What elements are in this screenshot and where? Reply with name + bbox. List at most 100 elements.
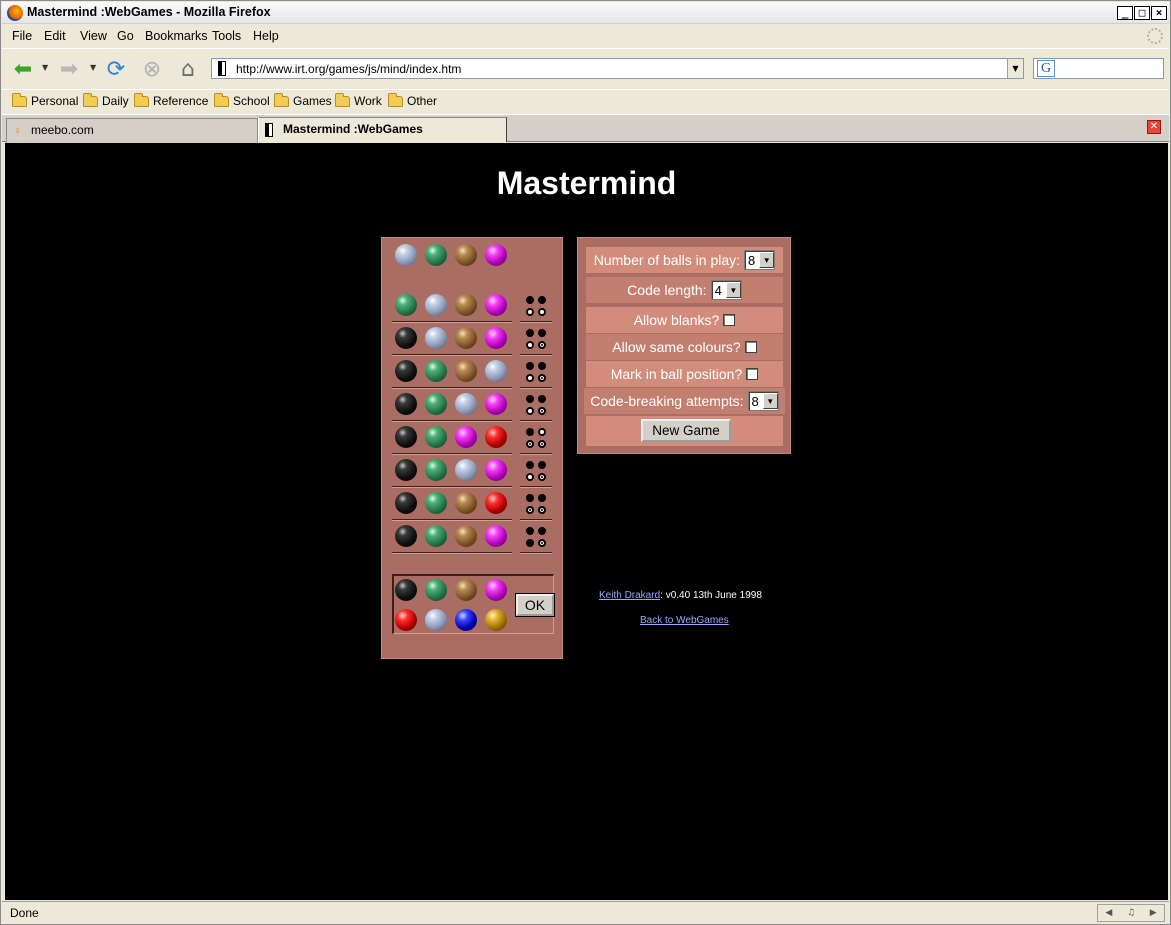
menu-help[interactable]: Help	[253, 29, 279, 43]
secret-ball	[425, 244, 447, 266]
balls-in-play-select[interactable]: 8 ▼	[744, 250, 776, 270]
attempts-select[interactable]: 8 ▼	[747, 391, 779, 411]
folder-icon	[214, 92, 229, 107]
palette-ball[interactable]	[455, 579, 477, 601]
tab-mastermind[interactable]: Mastermind :WebGames	[258, 117, 507, 142]
game-board: OK	[381, 237, 563, 659]
palette-ball[interactable]	[425, 609, 447, 631]
reload-icon[interactable]: ⟳	[101, 54, 131, 84]
close-tab-icon[interactable]: ✕	[1147, 120, 1161, 134]
guess-ball	[455, 459, 477, 481]
guess-ball	[485, 459, 507, 481]
allow-same-checkbox[interactable]	[744, 341, 757, 353]
allow-blanks-row: Allow blanks?	[586, 307, 783, 333]
bookmark-reference[interactable]: Reference	[134, 92, 209, 108]
menu-tools[interactable]: Tools	[212, 29, 241, 43]
secret-ball	[395, 244, 417, 266]
mark-position-checkbox[interactable]	[746, 368, 759, 380]
marker-divider	[520, 321, 552, 323]
folder-icon	[335, 92, 350, 107]
guess-ball	[485, 426, 507, 448]
palette-ball[interactable]	[395, 579, 417, 601]
back-dropdown-icon[interactable]: ▼	[42, 63, 48, 72]
right-arrow-icon[interactable]: ▶	[1150, 908, 1157, 918]
code-length-row: Code length: 4 ▼	[586, 277, 783, 303]
guess-ball	[395, 294, 417, 316]
bookmark-daily[interactable]: Daily	[83, 92, 129, 108]
guess-ball	[455, 294, 477, 316]
home-icon[interactable]: ⌂	[173, 54, 203, 84]
page-title: Mastermind	[496, 165, 677, 201]
forward-dropdown-icon[interactable]: ▼	[90, 63, 96, 72]
ok-button[interactable]: OK	[516, 594, 554, 616]
palette-ball[interactable]	[455, 609, 477, 631]
score-peg	[526, 506, 534, 514]
menu-view[interactable]: View	[80, 29, 107, 43]
navigation-toolbar: ⬅ ▼ ➡ ▼ ⟳ ⊗ ⌂ ▼ G	[2, 48, 1169, 88]
guess-ball	[395, 525, 417, 547]
secret-ball	[485, 244, 507, 266]
address-bar[interactable]: ▼	[211, 58, 1024, 79]
close-window-button[interactable]: ×	[1151, 6, 1167, 20]
tab-meebo[interactable]: ♀ meebo.com	[6, 118, 258, 143]
score-peg	[538, 395, 546, 403]
menu-go[interactable]: Go	[117, 29, 134, 43]
bookmark-personal[interactable]: Personal	[12, 92, 78, 108]
marker-divider	[520, 453, 552, 455]
version-text: : v0.40 13th June 1998	[660, 590, 762, 601]
marker-divider	[520, 420, 552, 422]
score-peg	[526, 407, 534, 415]
minimize-button[interactable]: _	[1117, 6, 1133, 20]
allow-blanks-label: Allow blanks?	[633, 312, 720, 328]
back-arrow-icon[interactable]: ⬅	[8, 54, 38, 84]
bookmark-work[interactable]: Work	[335, 92, 382, 108]
stop-icon[interactable]: ⊗	[137, 54, 167, 84]
score-peg	[538, 494, 546, 502]
code-length-value: 4	[714, 282, 722, 298]
forward-arrow-icon[interactable]: ➡	[54, 54, 84, 84]
google-search-icon[interactable]: G	[1037, 60, 1055, 77]
bookmark-games[interactable]: Games	[274, 92, 332, 108]
marker-divider	[520, 387, 552, 389]
score-peg	[526, 527, 534, 535]
guess-ball	[425, 426, 447, 448]
guess-ball	[425, 459, 447, 481]
score-peg	[526, 428, 534, 436]
maximize-button[interactable]: □	[1134, 6, 1150, 20]
chevron-down-icon: ▼	[759, 252, 775, 268]
author-link[interactable]: Keith Drakard	[599, 590, 660, 601]
score-peg	[526, 539, 534, 547]
url-dropdown-icon[interactable]: ▼	[1007, 59, 1023, 78]
code-length-select[interactable]: 4 ▼	[710, 280, 742, 300]
bookmark-school[interactable]: School	[214, 92, 270, 108]
music-icon[interactable]: ♫	[1127, 908, 1135, 918]
credits: Keith Drakard: v0.40 13th June 1998 Back…	[599, 590, 779, 626]
menu-bookmarks[interactable]: Bookmarks	[145, 29, 208, 43]
search-box[interactable]: G	[1033, 58, 1164, 79]
bookmark-other[interactable]: Other	[388, 92, 438, 108]
url-input[interactable]	[236, 60, 1006, 77]
guess-ball	[425, 327, 447, 349]
score-peg	[526, 296, 534, 304]
palette-ball[interactable]	[395, 609, 417, 631]
menu-edit[interactable]: Edit	[44, 29, 66, 43]
attempts-row: Code-breaking attempts: 8 ▼	[584, 388, 785, 414]
secret-ball	[455, 244, 477, 266]
palette-ball[interactable]	[485, 609, 507, 631]
menu-file[interactable]: File	[12, 29, 32, 43]
palette-ball[interactable]	[425, 579, 447, 601]
allow-blanks-checkbox[interactable]	[723, 314, 736, 326]
attempts-label: Code-breaking attempts:	[590, 393, 744, 409]
new-game-button[interactable]: New Game	[641, 419, 731, 442]
firefox-logo-icon	[7, 5, 23, 21]
left-arrow-icon[interactable]: ◀	[1105, 908, 1112, 918]
guess-ball	[485, 360, 507, 382]
status-text: Done	[10, 906, 39, 920]
bookmark-label: Reference	[153, 94, 209, 108]
score-peg	[538, 329, 546, 337]
bookmark-label: Other	[407, 94, 438, 108]
guess-ball	[395, 360, 417, 382]
score-peg	[538, 539, 546, 547]
back-to-webgames-link[interactable]: Back to WebGames	[640, 615, 729, 626]
palette-ball[interactable]	[485, 579, 507, 601]
